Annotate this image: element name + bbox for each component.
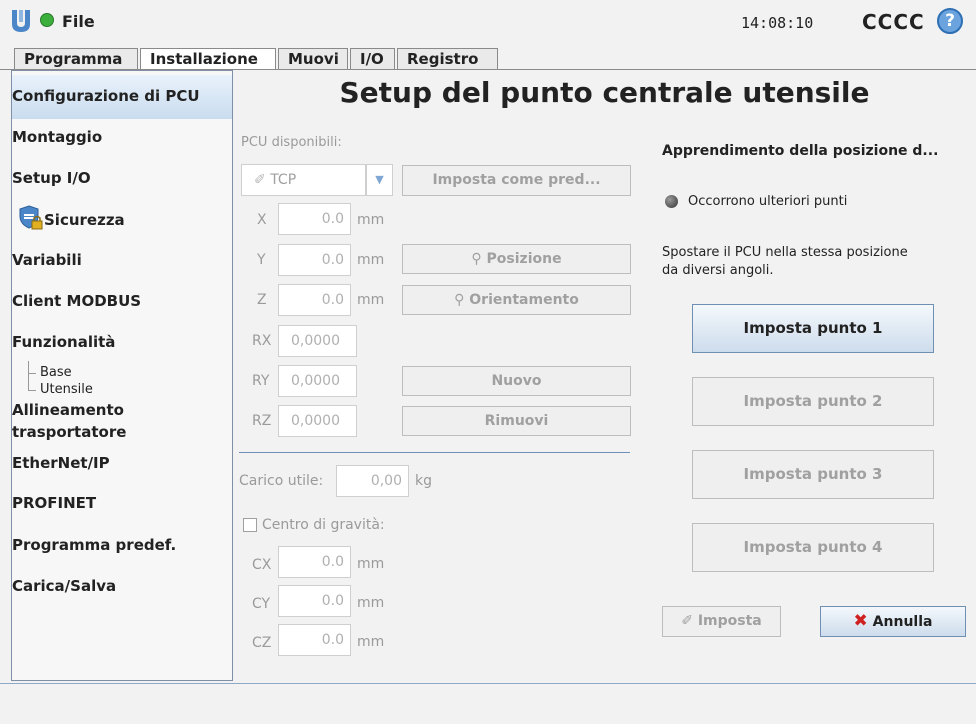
sidebar-item-programma-predef[interactable]: Programma predef.: [12, 536, 232, 554]
cog-field-cy[interactable]: 0.0: [278, 585, 351, 617]
section-divider: [239, 452, 630, 453]
coord-field-rz[interactable]: 0,0000: [278, 405, 357, 437]
status-led-icon: [665, 195, 678, 208]
teach-status: Occorrono ulteriori punti: [688, 194, 848, 209]
sidebar-item-variabili[interactable]: Variabili: [12, 251, 232, 269]
clock: 14:08:10: [741, 14, 814, 32]
coord-label-y: Y: [257, 252, 266, 268]
status-dot-icon: [40, 13, 54, 27]
payload-field[interactable]: 0,00: [336, 465, 409, 497]
file-menu[interactable]: File: [62, 12, 95, 31]
sidebar-item-trasportatore[interactable]: trasportatore: [12, 423, 232, 441]
sidebar-item-profinet[interactable]: PROFINET: [12, 494, 232, 512]
remove-button[interactable]: Rimuovi: [402, 406, 631, 436]
cog-field-cx[interactable]: 0.0: [278, 546, 351, 578]
tab-muovi[interactable]: Muovi: [278, 48, 348, 69]
new-button[interactable]: Nuovo: [402, 366, 631, 396]
tab-registro[interactable]: Registro: [397, 48, 498, 69]
orientation-button[interactable]: ⚲ Orientamento: [402, 285, 631, 315]
teach-instructions-line2: da diversi angoli.: [662, 263, 774, 278]
set-point-3-button[interactable]: Imposta punto 3: [692, 450, 934, 499]
payload-label: Carico utile:: [239, 473, 324, 489]
sidebar-item-ethernet-ip[interactable]: EtherNet/IP: [12, 454, 232, 472]
coord-label-rz: RZ: [252, 413, 272, 429]
chevron-down-icon[interactable]: ▼: [366, 164, 393, 196]
sidebar-subitem-utensile[interactable]: Utensile: [40, 382, 93, 397]
wrench-icon: ✐: [681, 613, 693, 629]
top-bar: [0, 0, 976, 42]
coord-field-ry[interactable]: 0,0000: [278, 365, 357, 397]
sidebar-item-carica-salva[interactable]: Carica/Salva: [12, 577, 232, 595]
tree-line: [28, 373, 36, 374]
coord-field-y[interactable]: 0.0: [278, 244, 351, 276]
cog-unit-cy: mm: [357, 595, 385, 611]
set-default-button[interactable]: Imposta come pred...: [402, 165, 631, 196]
sidebar-item-setup-io[interactable]: Setup I/O: [12, 169, 232, 187]
tab-programma[interactable]: Programma: [14, 48, 138, 69]
sidebar-item-client-modbus[interactable]: Client MODBUS: [12, 292, 232, 310]
cog-unit-cx: mm: [357, 556, 385, 572]
set-point-1-button[interactable]: Imposta punto 1: [692, 304, 934, 353]
coord-field-x[interactable]: 0.0: [278, 203, 351, 235]
sidebar: Configurazione di PCU Montaggio Setup I/…: [11, 70, 233, 681]
sidebar-item-sicurezza[interactable]: Sicurezza: [44, 211, 224, 229]
help-icon[interactable]: ?: [937, 8, 963, 34]
position-button-label: Posizione: [486, 251, 562, 267]
shield-lock-icon: [19, 205, 43, 230]
cancel-button-label: Annulla: [872, 614, 933, 630]
coord-unit-x: mm: [357, 212, 385, 228]
cancel-button[interactable]: ✖ Annulla: [820, 606, 966, 637]
payload-unit: kg: [415, 473, 432, 489]
sidebar-item-funzionalita[interactable]: Funzionalità: [12, 333, 232, 351]
tree-line: [28, 361, 29, 391]
ur-logo-icon: [12, 10, 30, 32]
sidebar-item-montaggio[interactable]: Montaggio: [12, 128, 232, 146]
pcu-label: PCU disponibili:: [241, 135, 342, 150]
teach-heading: Apprendimento della posizione d...: [662, 143, 939, 159]
coord-unit-y: mm: [357, 252, 385, 268]
bottom-bar: [0, 683, 976, 724]
coord-field-z[interactable]: 0.0: [278, 284, 351, 316]
set-button[interactable]: ✐ Imposta: [662, 606, 781, 637]
set-button-label: Imposta: [697, 613, 762, 629]
coord-label-z: Z: [257, 292, 267, 308]
sidebar-item-allineamento[interactable]: Allineamento: [12, 401, 232, 419]
cog-field-cz[interactable]: 0.0: [278, 624, 351, 656]
cog-label-cx: CX: [252, 557, 272, 573]
cog-label-cy: CY: [252, 596, 271, 612]
set-point-2-button[interactable]: Imposta punto 2: [692, 377, 934, 426]
tcp-select-value: TCP: [270, 172, 297, 188]
cog-checkbox[interactable]: [243, 518, 257, 532]
tab-io[interactable]: I/O: [350, 48, 395, 69]
close-icon: ✖: [853, 611, 868, 631]
wrench-icon: ⚲: [471, 251, 482, 267]
set-point-4-button[interactable]: Imposta punto 4: [692, 523, 934, 572]
robot-name: CCCC: [862, 10, 925, 34]
coord-field-rx[interactable]: 0,0000: [278, 325, 357, 357]
sidebar-item-configurazione-pcu[interactable]: Configurazione di PCU: [12, 87, 232, 105]
coord-label-x: X: [257, 212, 267, 228]
wrench-icon: ⚲: [454, 292, 465, 308]
coord-label-ry: RY: [252, 373, 270, 389]
wrench-icon: ✐: [254, 172, 266, 188]
page-title: Setup del punto centrale utensile: [339, 76, 870, 109]
cog-label: Centro di gravità:: [262, 517, 385, 533]
tcp-select[interactable]: ✐ TCP: [241, 164, 366, 196]
coord-label-rx: RX: [252, 333, 272, 349]
tab-installazione[interactable]: Installazione: [140, 48, 276, 70]
coord-unit-z: mm: [357, 292, 385, 308]
cog-unit-cz: mm: [357, 634, 385, 650]
cog-label-cz: CZ: [252, 635, 272, 651]
teach-instructions-line1: Spostare il PCU nella stessa posizione: [662, 245, 908, 260]
sidebar-subitem-base[interactable]: Base: [40, 365, 72, 380]
orientation-button-label: Orientamento: [469, 292, 579, 308]
tree-line: [28, 390, 36, 391]
position-button[interactable]: ⚲ Posizione: [402, 244, 631, 274]
